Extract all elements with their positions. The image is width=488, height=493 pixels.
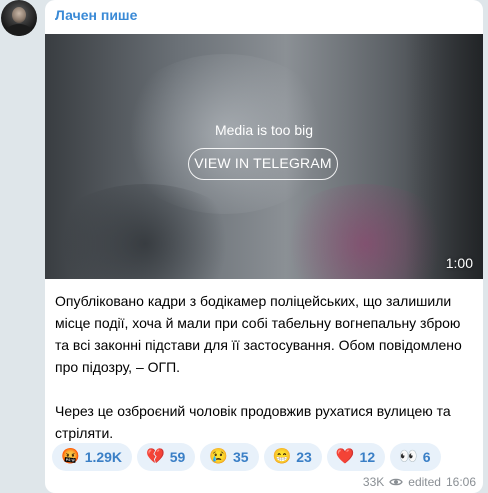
eyes-icon: 👀 (399, 448, 418, 465)
edited-label: edited (408, 475, 441, 489)
channel-avatar[interactable] (1, 0, 37, 36)
reaction-crying[interactable]: 😢 35 (200, 443, 259, 471)
avatar-body (6, 24, 32, 36)
crying-face-icon: 😢 (209, 448, 228, 465)
broken-heart-icon: 💔 (146, 448, 165, 465)
reaction-count: 23 (296, 449, 312, 465)
views-count: 33K (362, 475, 385, 489)
reaction-count: 1.29K (84, 449, 123, 465)
reaction-count: 35 (233, 449, 249, 465)
post-text: Опубліковано кадри з бодікамер поліцейсь… (55, 290, 475, 444)
reaction-broken-heart[interactable]: 💔 59 (137, 443, 196, 471)
post-paragraph: Через це озброєний чоловік продовжив рух… (55, 403, 451, 441)
enraged-face-icon: 🤬 (61, 448, 80, 465)
message-meta: 33K edited 16:06 (363, 475, 476, 489)
avatar-face (12, 7, 26, 23)
reaction-eyes[interactable]: 👀 6 (390, 443, 441, 471)
reaction-grin[interactable]: 😁 23 (263, 443, 322, 471)
reaction-count: 12 (359, 449, 376, 465)
reaction-enraged[interactable]: 🤬 1.29K (52, 443, 133, 471)
grinning-face-icon: 😁 (272, 448, 292, 465)
eye-icon (389, 478, 404, 486)
video-duration: 1:00 (445, 255, 473, 271)
reaction-count: 59 (169, 449, 186, 465)
view-in-telegram-button[interactable]: VIEW IN TELEGRAM (188, 148, 338, 180)
media-too-big-text: Media is too big (214, 122, 314, 138)
red-heart-icon: ❤️ (335, 448, 355, 465)
post-paragraph: Опубліковано кадри з бодікамер поліцейсь… (55, 293, 462, 375)
message-time: 16:06 (445, 475, 476, 489)
message-bubble: Лачен пише Media is too big VIEW IN TELE… (45, 0, 483, 493)
channel-name[interactable]: Лачен пише (55, 7, 137, 23)
reaction-heart[interactable]: ❤️ 12 (326, 443, 386, 471)
reaction-count: 6 (422, 449, 431, 465)
reactions-bar: 🤬 1.29K 💔 59 😢 35 😁 23 ❤️ 12 👀 6 (52, 443, 441, 471)
video-preview[interactable]: Media is too big VIEW IN TELEGRAM 1:00 (45, 34, 483, 279)
